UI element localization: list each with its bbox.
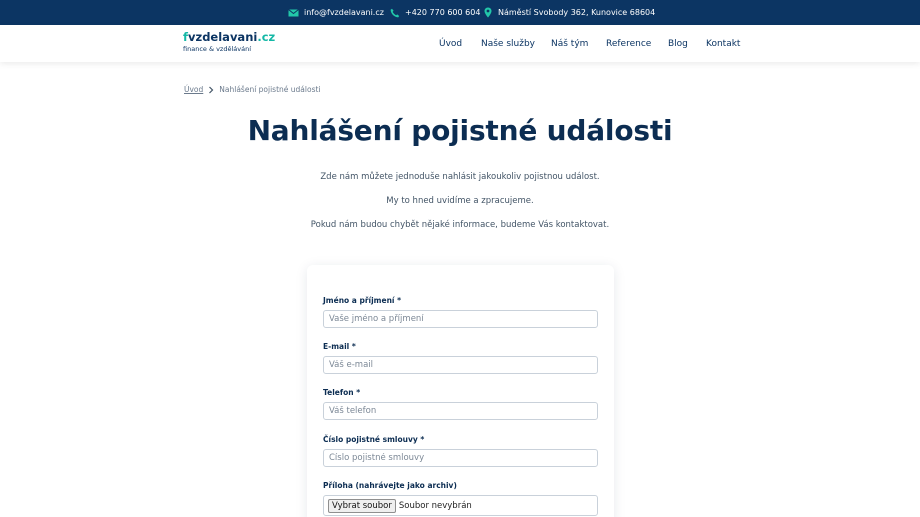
chevron-right-icon [208,86,214,94]
topbar-phone-text[interactable]: +420 770 600 604 [405,8,480,17]
nav-kontakt[interactable]: Kontakt [706,25,740,62]
email-input[interactable] [323,356,598,374]
location-pin-icon [482,7,493,18]
topbar-phone[interactable]: +420 770 600 604 [389,0,480,25]
nav-uvod[interactable]: Úvod [439,25,462,62]
intro-line-3: Pokud nám budou chybět nějaké informace,… [310,220,610,230]
topbar-address: Náměstí Svobody 362, Kunovice 68604 [482,0,655,25]
breadcrumb: Úvod Nahlášení pojistné události [184,85,321,94]
logo-name: vzdelavani [188,30,258,44]
topbar-address-text: Náměstí Svobody 362, Kunovice 68604 [498,8,656,17]
nav-nas-tym[interactable]: Náš tým [551,25,588,62]
intro-line-2: My to hned uvidíme a zpracujeme. [386,196,534,206]
email-label: E-mail * [323,342,356,351]
topbar-email[interactable]: info@fvzdelavani.cz [288,0,384,25]
nav-blog[interactable]: Blog [668,25,688,62]
policy-number-input[interactable] [323,449,598,467]
name-label: Jméno a příjmení * [323,296,402,305]
nav-nase-sluzby[interactable]: Naše služby [481,25,535,62]
attachment-label: Příloha (nahrávejte jako archiv) [323,481,457,490]
attachment-file-input[interactable]: Vybrat soubor Soubor nevybrán [323,495,598,516]
policy-number-label: Číslo pojistné smlouvy * [323,435,425,444]
breadcrumb-home-link[interactable]: Úvod [184,85,203,94]
top-info-bar: info@fvzdelavani.cz +420 770 600 604 Nám… [0,0,920,25]
nav-reference[interactable]: Reference [606,25,651,62]
phone-label: Telefon * [323,388,361,397]
site-header: fvzdelavani.cz finance & vzdělávání Úvod… [0,25,920,62]
name-input[interactable] [323,310,598,328]
phone-input[interactable] [323,402,598,420]
intro-line-1: Zde nám můžete jednoduše nahlásit jakouk… [320,172,600,182]
logo[interactable]: fvzdelavani.cz finance & vzdělávání [183,30,276,54]
logo-tagline: finance & vzdělávání [183,45,252,53]
logo-tld: .cz [257,30,276,44]
topbar-email-text[interactable]: info@fvzdelavani.cz [304,8,384,17]
page-title: Nahlášení pojistné události [247,114,673,147]
file-status-text: Soubor nevybrán [398,500,472,511]
phone-icon [389,7,400,18]
choose-file-button[interactable]: Vybrat soubor [328,498,396,513]
envelope-icon [288,7,299,18]
breadcrumb-current: Nahlášení pojistné události [219,85,321,94]
